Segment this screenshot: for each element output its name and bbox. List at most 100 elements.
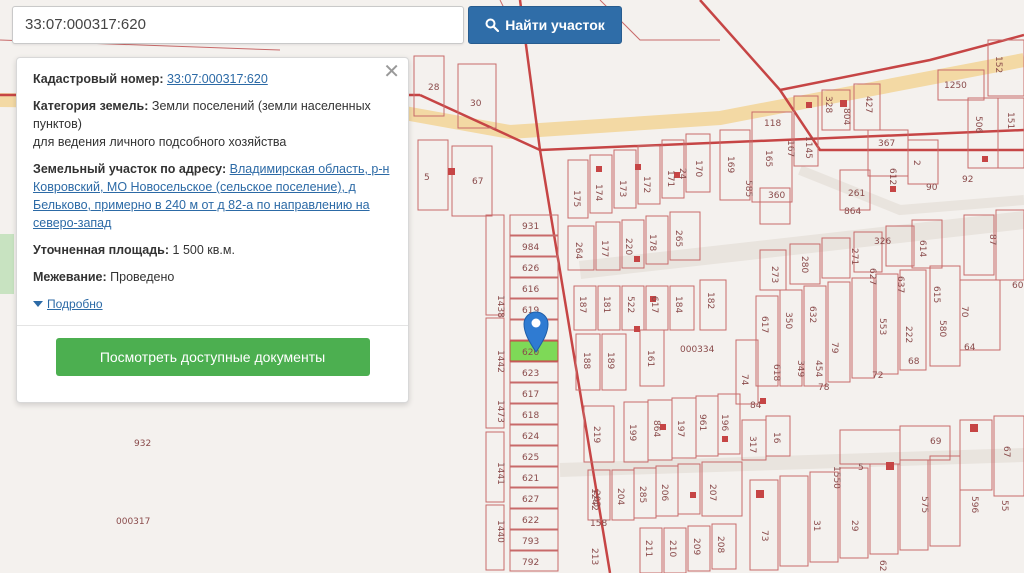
parcel-label: 152 (993, 56, 1003, 73)
parcel-label: 626 (522, 264, 539, 274)
parcel-label: 177 (599, 240, 609, 257)
parcel-label: 1250 (944, 81, 967, 91)
parcel-label: 170 (693, 160, 703, 177)
parcel-label: 614 (917, 240, 927, 257)
parcel-label: 961 (697, 414, 707, 431)
parcel-label: 932 (134, 439, 151, 449)
parcel-label: 580 (937, 320, 947, 337)
parcel-label: 84 (750, 401, 762, 411)
search-icon (485, 18, 500, 32)
parcel-label: 793 (522, 537, 539, 547)
quarter-label: 000317 (116, 517, 150, 527)
search-input[interactable]: 33:07:000317:620 (12, 6, 464, 44)
parcel-label: 1440 (495, 520, 505, 543)
parcel-label: 625 (522, 453, 539, 463)
parcel-label: 616 (522, 285, 539, 295)
parcel-label: 627 (522, 495, 539, 505)
close-icon[interactable]: ✕ (383, 62, 400, 82)
parcel-label: 151 (1005, 112, 1015, 129)
parcel-label: 864 (651, 420, 661, 437)
parcel-label: 522 (625, 296, 635, 313)
cadastral-number-row: Кадастровый номер: 33:07:000317:620 (33, 70, 392, 88)
parcel-label: 118 (764, 119, 781, 129)
parcel-label: 30 (470, 99, 482, 109)
parcel-label: 804 (841, 108, 851, 125)
parcel-label: 169 (725, 156, 735, 173)
find-parcel-button[interactable]: Найти участок (468, 6, 622, 44)
parcel-label: 209 (691, 538, 701, 555)
parcel-label: 627 (867, 268, 877, 285)
parcel-label: 208 (715, 536, 725, 553)
survey-row: Межевание: Проведено (33, 268, 392, 286)
parcel-label: 213 (589, 548, 599, 565)
parcel-label: 64 (964, 343, 976, 353)
parcel-label: 55 (999, 500, 1009, 511)
parcel-label: 203 (591, 490, 601, 507)
parcel-label: 196 (719, 414, 729, 431)
parcel-label: 67 (472, 177, 483, 187)
survey-label: Межевание: (33, 270, 107, 284)
parcel-label: 1441 (495, 462, 505, 485)
view-documents-button[interactable]: Посмотреть доступные документы (55, 338, 370, 376)
parcel-label: 264 (573, 242, 583, 259)
parcel-label: 280 (799, 256, 809, 273)
parcel-label: 158 (590, 519, 607, 529)
parcel-label: 615 (931, 286, 941, 303)
parcel-label: 197 (675, 420, 685, 437)
parcel-label: 187 (577, 296, 587, 313)
parcel-label: 29 (849, 520, 859, 532)
parcel-label: 199 (627, 424, 637, 441)
parcel-label: 70 (959, 306, 969, 318)
parcel-label: 78 (818, 383, 830, 393)
parcel-label: 73 (759, 530, 769, 541)
parcel-label: 178 (647, 234, 657, 251)
parcel-label: 1438 (495, 295, 505, 318)
survey-value: Проведено (110, 270, 175, 284)
parcel-label: 87 (987, 234, 997, 245)
parcel-label: 623 (522, 369, 539, 379)
parcel-label: 188 (581, 352, 591, 369)
area-row: Уточненная площадь: 1 500 кв.м. (33, 241, 392, 259)
parcel-label: 575 (919, 496, 929, 513)
parcel-label: 172 (641, 176, 651, 193)
parcel-label: 24 (677, 168, 687, 180)
parcel-label: 174 (593, 184, 603, 201)
parcel-label: 624 (522, 432, 539, 442)
parcel-label: 328 (823, 96, 833, 113)
land-category-label: Категория земель: (33, 99, 149, 113)
parcel-label: 265 (673, 230, 683, 247)
parcel-label: 60 (1012, 281, 1024, 291)
details-toggle[interactable]: Подробно (33, 295, 392, 313)
parcel-label: 72 (872, 371, 883, 381)
parcel-label: 349 (795, 360, 805, 377)
parcel-label: 16 (771, 432, 781, 444)
address-label: Земельный участок по адресу: (33, 162, 227, 176)
parcel-label: 2 (911, 160, 921, 166)
parcel-label: 79 (829, 342, 839, 354)
parcel-label: 984 (522, 243, 539, 253)
parcel-label: 792 (522, 558, 539, 568)
parcel-label: 220 (623, 238, 633, 255)
parcel-label: 5 (858, 463, 864, 473)
parcel-label: 1473 (495, 400, 505, 423)
parcel-label: 204 (615, 488, 625, 505)
parcel-label: 1550 (831, 466, 841, 489)
parcel-label: 31 (811, 520, 821, 531)
parcel-label: 285 (637, 486, 647, 503)
parcel-label: 68 (908, 357, 920, 367)
parcel-label: 161 (645, 350, 655, 367)
parcel-label: 189 (605, 352, 615, 369)
find-parcel-button-label: Найти участок (505, 17, 605, 33)
parcel-label: 864 (844, 207, 861, 217)
parcel-info-popup: ✕ Кадастровый номер: 33:07:000317:620 Ка… (16, 57, 409, 403)
parcel-label: 454 (813, 360, 823, 377)
parcel-label: 92 (962, 175, 973, 185)
parcel-label: 271 (849, 248, 859, 265)
cadastral-number-link[interactable]: 33:07:000317:620 (167, 72, 268, 86)
details-toggle-label: Подробно (47, 297, 103, 311)
parcel-label: 173 (617, 180, 627, 197)
parcel-label: 367 (878, 139, 895, 149)
parcel-label: 184 (673, 296, 683, 313)
parcel-label: 69 (930, 437, 942, 447)
parcel-label: 211 (643, 540, 653, 557)
